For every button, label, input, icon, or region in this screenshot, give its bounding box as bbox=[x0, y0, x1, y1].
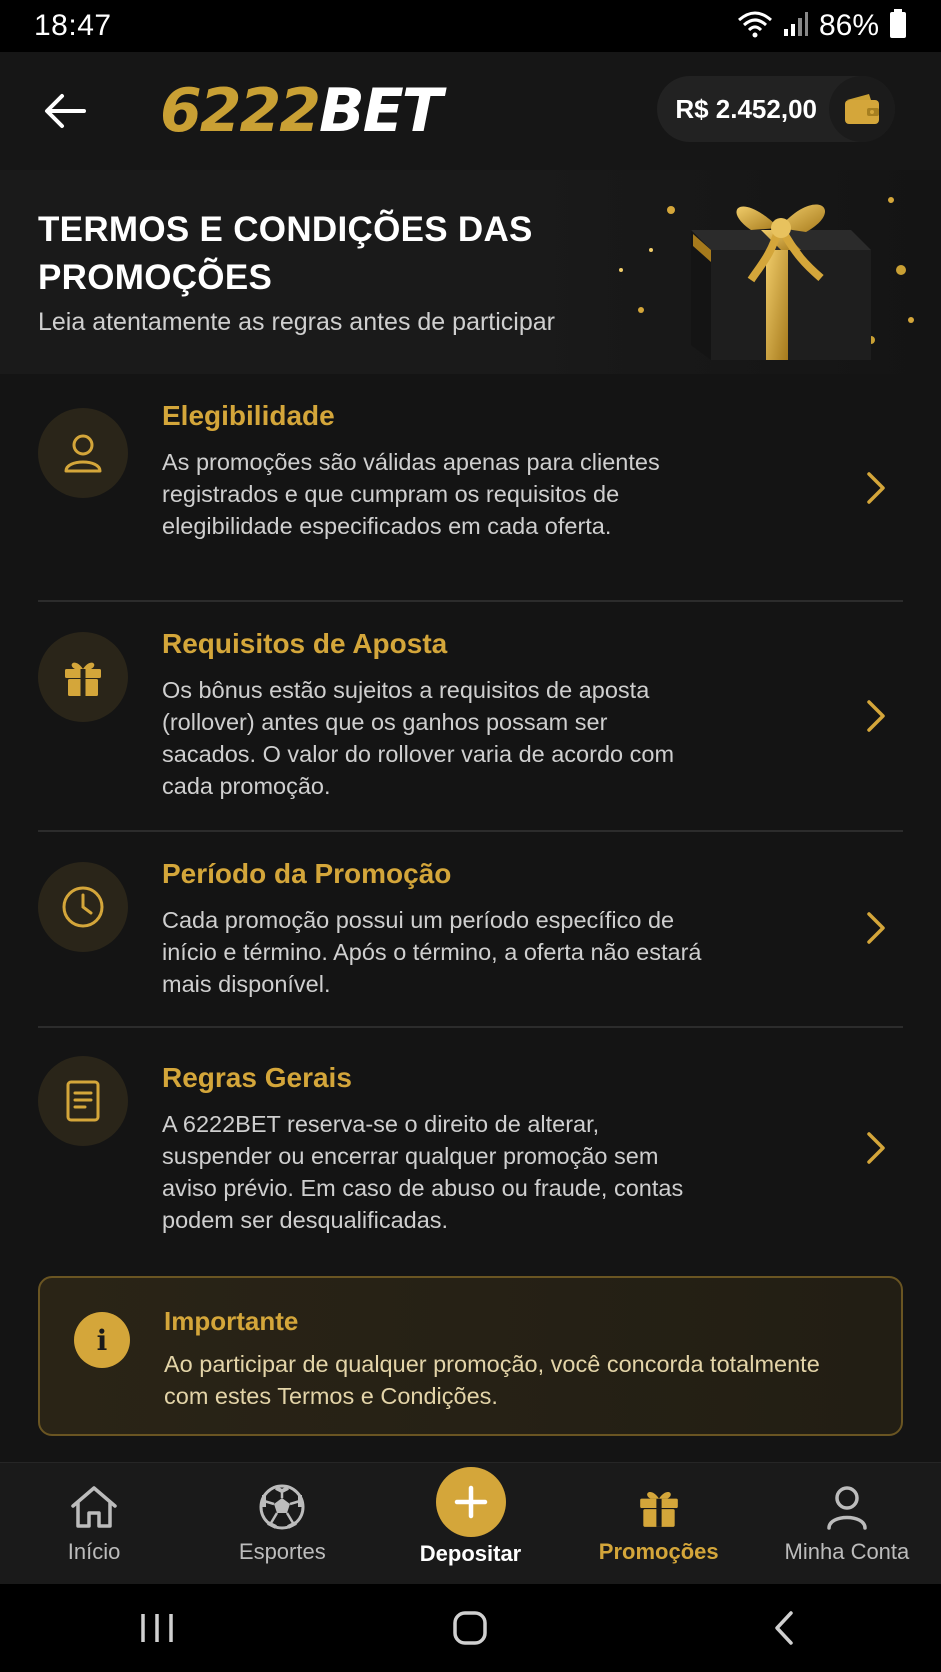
page-subtitle: Leia atentamente as regras antes de part… bbox=[38, 308, 555, 336]
battery-icon bbox=[889, 8, 907, 44]
back-button[interactable] bbox=[40, 86, 90, 136]
terms-list: Elegibilidade As promoções são válidas a… bbox=[0, 374, 941, 1258]
status-icons: 86% bbox=[737, 8, 907, 44]
clock-icon bbox=[38, 862, 128, 952]
info-icon: i bbox=[74, 1312, 130, 1368]
status-bar: 18:47 86% bbox=[0, 0, 941, 52]
nav-item-sports[interactable]: Esportes bbox=[188, 1463, 376, 1584]
signal-icon bbox=[783, 11, 809, 42]
promo-banner: TERMOS E CONDIÇÕES DAS PROMOÇÕES Leia at… bbox=[0, 170, 941, 374]
user-icon bbox=[38, 408, 128, 498]
chevron-right-icon bbox=[861, 908, 891, 948]
terms-item-general-rules[interactable]: Regras Gerais A 6222BET reserva-se o dir… bbox=[38, 1028, 903, 1258]
recent-apps-button[interactable] bbox=[117, 1598, 197, 1658]
system-nav-bar bbox=[0, 1584, 941, 1672]
nav-item-home[interactable]: Início bbox=[0, 1463, 188, 1584]
chevron-right-icon bbox=[861, 696, 891, 736]
brand-logo: 6222BET bbox=[160, 81, 443, 141]
terms-item-promotion-period[interactable]: Período da Promoção Cada promoção possui… bbox=[38, 832, 903, 1028]
nav-item-account[interactable]: Minha Conta bbox=[753, 1463, 941, 1584]
terms-item-title: Período da Promoção bbox=[162, 858, 452, 889]
user-icon bbox=[824, 1481, 870, 1533]
nav-item-promotions[interactable]: Promoções bbox=[565, 1463, 753, 1584]
wallet-icon bbox=[829, 76, 895, 142]
terms-item-eligibility[interactable]: Elegibilidade As promoções são válidas a… bbox=[38, 374, 903, 602]
plus-icon bbox=[435, 1467, 506, 1537]
logo-number: 6222 bbox=[160, 76, 321, 146]
balance-amount: R$ 2.452,00 bbox=[675, 93, 817, 124]
gift-box-illustration bbox=[619, 197, 914, 360]
chevron-right-icon bbox=[861, 1128, 891, 1168]
nav-item-deposit[interactable]: Depositar bbox=[376, 1463, 564, 1584]
home-icon bbox=[69, 1481, 119, 1533]
important-title: Importante bbox=[164, 1306, 299, 1336]
back-system-button[interactable] bbox=[744, 1598, 824, 1658]
terms-item-title: Elegibilidade bbox=[162, 400, 335, 431]
soccer-ball-icon bbox=[258, 1481, 306, 1533]
page-title: TERMOS E CONDIÇÕES DAS PROMOÇÕES bbox=[38, 210, 533, 297]
balance-button[interactable]: R$ 2.452,00 bbox=[657, 76, 895, 142]
terms-item-text: A 6222BET reserva-se o direito de altera… bbox=[162, 1111, 684, 1233]
arrow-left-icon bbox=[45, 94, 86, 128]
terms-item-title: Requisitos de Aposta bbox=[162, 628, 448, 659]
logo-text: BET bbox=[319, 76, 443, 146]
nav-label: Depositar bbox=[419, 1541, 522, 1566]
important-text: Ao participar de qualquer promoção, você… bbox=[164, 1351, 820, 1409]
wifi-icon bbox=[737, 10, 773, 43]
chevron-left-icon bbox=[775, 1611, 793, 1645]
home-system-button[interactable] bbox=[430, 1598, 510, 1658]
terms-item-text: Os bônus estão sujeitos a requisitos de … bbox=[162, 677, 675, 799]
gift-icon bbox=[636, 1481, 682, 1533]
app-header: 6222BET R$ 2.452,00 bbox=[0, 52, 941, 170]
nav-label: Esportes bbox=[238, 1539, 326, 1564]
chevron-right-icon bbox=[861, 468, 891, 508]
home-square-icon bbox=[453, 1611, 488, 1645]
important-notice: i Importante Ao participar de qualquer p… bbox=[38, 1276, 903, 1436]
battery-percent: 86% bbox=[818, 9, 879, 42]
terms-item-text: Cada promoção possui um período específi… bbox=[162, 907, 702, 997]
nav-label: Promoções bbox=[598, 1539, 719, 1564]
nav-label: Minha Conta bbox=[784, 1539, 910, 1564]
status-time: 18:47 bbox=[34, 9, 112, 42]
bottom-nav: Início Esportes Depositar Promoções Minh… bbox=[0, 1462, 941, 1584]
gift-icon bbox=[38, 632, 128, 722]
document-icon bbox=[38, 1056, 128, 1146]
terms-item-title: Regras Gerais bbox=[162, 1062, 352, 1093]
terms-item-betting-requirements[interactable]: Requisitos de Aposta Os bônus estão suje… bbox=[38, 602, 903, 832]
recent-apps-icon bbox=[141, 1614, 173, 1642]
nav-label: Início bbox=[67, 1539, 121, 1564]
terms-item-text: As promoções são válidas apenas para cli… bbox=[162, 449, 660, 539]
